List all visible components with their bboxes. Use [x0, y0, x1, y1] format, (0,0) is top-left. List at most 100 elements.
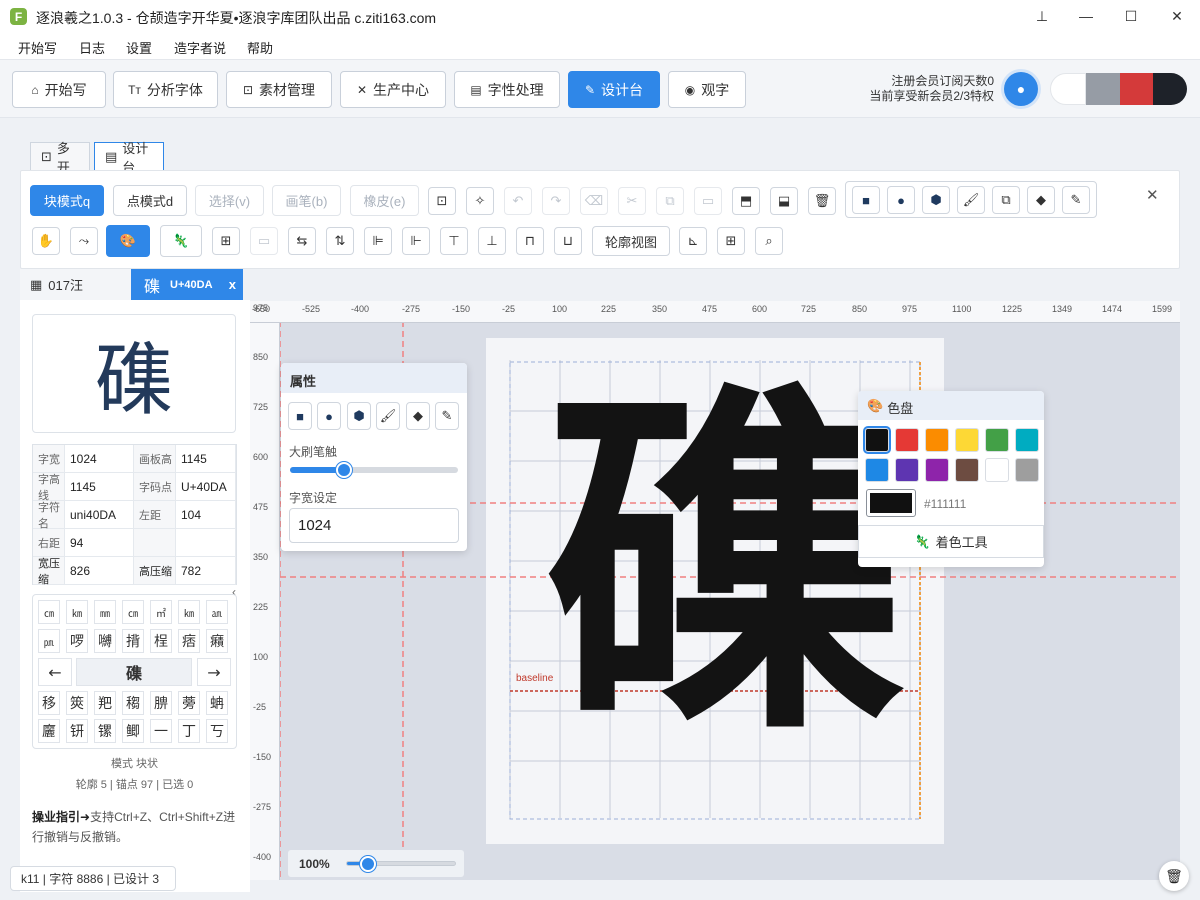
sparkle-icon[interactable]: ✧: [466, 187, 494, 215]
nav-production[interactable]: ✕ 生产中心: [340, 71, 446, 108]
fill-icon[interactable]: ◆: [1027, 186, 1055, 214]
char-cell[interactable]: 丂: [206, 719, 228, 743]
nav-glyph-process[interactable]: ▤ 字性处理: [454, 71, 560, 108]
circle-icon[interactable]: ●: [317, 402, 341, 430]
tab-current-glyph[interactable]: 磼 U+40DA x: [131, 269, 243, 300]
color-tool-icon[interactable]: 🦎: [160, 225, 202, 257]
redo-icon[interactable]: ↷: [542, 187, 570, 215]
char-cell[interactable]: ㎝: [38, 600, 60, 624]
char-cell[interactable]: 钘: [66, 719, 88, 743]
color-swatch[interactable]: [925, 428, 949, 452]
char-cell[interactable]: 䅳: [122, 691, 144, 715]
menu-start-writing[interactable]: 开始写: [18, 38, 57, 57]
flip-vertical-icon[interactable]: ⇅: [326, 227, 354, 255]
color-swatch[interactable]: [895, 458, 919, 482]
char-cell[interactable]: 痞: [178, 629, 200, 653]
glyph-outline[interactable]: 磼: [545, 378, 905, 758]
align-left-icon[interactable]: ⊫: [364, 227, 392, 255]
color-swatch[interactable]: [955, 428, 979, 452]
cut-icon[interactable]: ✂: [618, 187, 646, 215]
close-window-button[interactable]: ✕: [1165, 4, 1189, 28]
current-char-cell[interactable]: 磼: [76, 658, 192, 686]
nav-start-writing[interactable]: ⌂ 开始写: [12, 71, 106, 108]
color-swatch[interactable]: [895, 428, 919, 452]
char-cell[interactable]: 腗: [150, 691, 172, 715]
ruler-icon[interactable]: ⊾: [679, 227, 707, 255]
align-center-v-icon[interactable]: ⊔: [554, 227, 582, 255]
undo-icon[interactable]: ↶: [504, 187, 532, 215]
nav-materials[interactable]: ⊡ 素材管理: [226, 71, 332, 108]
char-cell[interactable]: 嚩: [94, 629, 116, 653]
nav-design-desk[interactable]: ✎ 设计台: [568, 71, 660, 108]
pen-button[interactable]: 画笔(b): [272, 185, 341, 216]
delete-icon[interactable]: 🗑: [808, 187, 836, 215]
char-cell[interactable]: 丁: [178, 719, 200, 743]
hand-icon[interactable]: ✋: [32, 227, 60, 255]
print-icon[interactable]: ▭: [250, 227, 278, 255]
brush-size-slider[interactable]: [290, 467, 458, 473]
copy-icon[interactable]: ⧉: [656, 187, 684, 215]
brush-icon[interactable]: 🖌: [957, 186, 985, 214]
char-cell[interactable]: ㏂: [206, 600, 228, 624]
char-cell[interactable]: ㎡: [150, 600, 172, 624]
menu-help[interactable]: 帮助: [247, 38, 273, 57]
prev-char-button[interactable]: ←: [38, 658, 72, 686]
theme-swatch-gray[interactable]: [1086, 73, 1120, 105]
import-icon[interactable]: ⬒: [732, 187, 760, 215]
trash-icon[interactable]: 🗑: [1159, 861, 1189, 891]
flip-horizontal-icon[interactable]: ⇆: [288, 227, 316, 255]
theme-swatch-red[interactable]: [1120, 73, 1153, 105]
brush-icon[interactable]: 🖌: [376, 402, 400, 430]
minimize-button[interactable]: —: [1074, 4, 1098, 28]
color-swatch[interactable]: [955, 458, 979, 482]
color-swatch[interactable]: [865, 458, 889, 482]
width-input[interactable]: [289, 508, 459, 543]
select-button[interactable]: 选择(v): [195, 185, 264, 216]
rectangle-icon[interactable]: ■: [288, 402, 312, 430]
duplicate-icon[interactable]: ⧉: [992, 186, 1020, 214]
char-cell[interactable]: 桯: [150, 629, 172, 653]
eraser-button[interactable]: 橡皮(e): [350, 185, 419, 216]
search-icon[interactable]: ⌕: [755, 227, 783, 255]
char-cell[interactable]: ㎞: [66, 600, 88, 624]
current-color-preview[interactable]: [866, 489, 916, 517]
zoom-handle[interactable]: [360, 856, 376, 872]
erase-icon[interactable]: ⌫: [580, 187, 608, 215]
pin-icon[interactable]: ⊥: [1030, 4, 1054, 28]
pencil-icon[interactable]: ✎: [1062, 186, 1090, 214]
grid-icon[interactable]: ⊞: [212, 227, 240, 255]
table-icon[interactable]: ⊞: [717, 227, 745, 255]
char-cell[interactable]: 羓: [94, 691, 116, 715]
align-bottom-icon[interactable]: ⊥: [478, 227, 506, 255]
char-cell[interactable]: 啰: [66, 629, 88, 653]
maximize-button[interactable]: ☐: [1119, 4, 1143, 28]
brush-size-handle[interactable]: [335, 462, 352, 478]
char-cell[interactable]: ㎝: [122, 600, 144, 624]
next-char-button[interactable]: →: [197, 658, 231, 686]
close-toolbar-icon[interactable]: ✕: [1146, 186, 1159, 204]
align-center-h-icon[interactable]: ⊓: [516, 227, 544, 255]
save-icon[interactable]: ⊡: [428, 187, 456, 215]
fill-icon[interactable]: ◆: [406, 402, 430, 430]
char-cell[interactable]: 廲: [38, 719, 60, 743]
menu-log[interactable]: 日志: [79, 38, 105, 57]
char-cell[interactable]: ㎜: [94, 600, 116, 624]
color-swatch[interactable]: [1015, 428, 1039, 452]
char-cell[interactable]: 癪: [206, 629, 228, 653]
color-swatch[interactable]: [985, 458, 1009, 482]
tab-multi-open[interactable]: ⊡ 多开: [30, 141, 90, 175]
rectangle-icon[interactable]: ■: [852, 186, 880, 214]
circle-icon[interactable]: ●: [887, 186, 915, 214]
polygon-icon[interactable]: ⬢: [922, 186, 950, 214]
char-cell[interactable]: 移: [38, 691, 60, 715]
menu-creator-says[interactable]: 造字者说: [174, 38, 226, 57]
paste-icon[interactable]: ▭: [694, 187, 722, 215]
polygon-icon[interactable]: ⬢: [347, 402, 371, 430]
color-swatch[interactable]: [1015, 458, 1039, 482]
export-icon[interactable]: ⬓: [770, 187, 798, 215]
char-cell[interactable]: 蚺: [206, 691, 228, 715]
nav-analyze-font[interactable]: Tт 分析字体: [113, 71, 218, 108]
char-cell[interactable]: 一: [150, 719, 172, 743]
user-avatar[interactable]: ●: [1004, 72, 1038, 106]
char-cell[interactable]: ㎞: [178, 600, 200, 624]
